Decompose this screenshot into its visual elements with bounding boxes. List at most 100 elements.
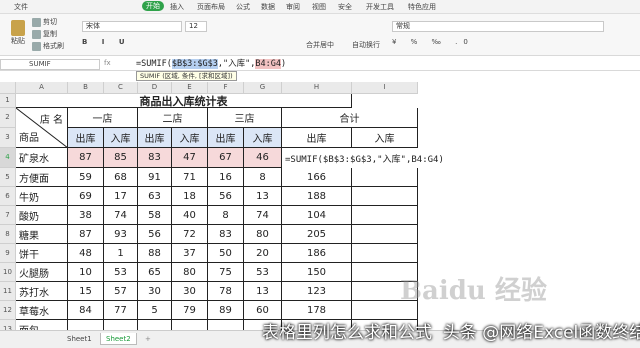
column-header-G[interactable]: G [244,82,282,94]
cut-button[interactable]: 剪切 [32,17,57,27]
out-header[interactable]: 出库 [138,128,172,148]
font-size-select[interactable]: 12 [185,21,207,32]
merge-center-button[interactable]: 合并居中 [306,40,334,50]
in-header[interactable]: 入库 [244,128,282,148]
value-cell[interactable]: 1 [104,244,138,263]
table-title[interactable]: 商品出入库统计表 [16,94,352,108]
column-header-F[interactable]: F [208,82,244,94]
row-header-8[interactable]: 8 [0,225,16,244]
value-cell[interactable]: 93 [104,225,138,244]
value-cell[interactable]: 89 [208,301,244,320]
value-cell[interactable]: 40 [172,206,208,225]
menu-formulas[interactable]: 公式 [236,2,250,12]
value-cell[interactable]: 10 [68,263,104,282]
value-cell[interactable]: 47 [172,148,208,168]
value-cell[interactable]: 78 [208,282,244,301]
value-cell[interactable]: 84 [68,301,104,320]
value-cell[interactable]: 67 [208,148,244,168]
value-cell[interactable]: 16 [208,168,244,187]
value-cell[interactable]: 30 [138,282,172,301]
value-cell[interactable]: 48 [68,244,104,263]
copy-button[interactable]: 复制 [32,29,57,39]
column-header-C[interactable]: C [104,82,138,94]
value-cell[interactable]: 8 [208,206,244,225]
total-header[interactable]: 合计 [282,108,418,128]
value-cell[interactable]: 75 [208,263,244,282]
value-cell[interactable]: 80 [172,263,208,282]
format-painter-button[interactable]: 格式刷 [32,41,64,51]
total-out-cell[interactable]: 150 [282,263,352,282]
value-cell[interactable]: 20 [244,244,282,263]
row-header-11[interactable]: 11 [0,282,16,301]
sheet-tab-sheet1[interactable]: Sheet1 [62,333,97,345]
value-cell[interactable]: 50 [208,244,244,263]
total-out-header[interactable]: 出库 [282,128,352,148]
product-name-cell[interactable]: 火腿肠 [16,263,68,282]
value-cell[interactable]: 63 [138,187,172,206]
product-name-cell[interactable]: 糖果 [16,225,68,244]
value-cell[interactable]: 53 [244,263,282,282]
out-header[interactable]: 出库 [68,128,104,148]
value-cell[interactable]: 18 [172,187,208,206]
paste-button[interactable]: 粘贴 [6,20,30,48]
select-all-corner[interactable] [0,82,16,94]
value-cell[interactable]: 53 [104,263,138,282]
total-in-cell[interactable] [352,187,418,206]
value-cell[interactable]: 37 [172,244,208,263]
row-header-1[interactable]: 1 [0,94,16,108]
value-cell[interactable]: 87 [68,148,104,168]
value-cell[interactable]: 80 [244,225,282,244]
formula-edit-cell[interactable]: =SUMIF($B$3:$G$3,"入库",B4:G4) [282,148,458,168]
value-cell[interactable]: 74 [104,206,138,225]
product-name-cell[interactable]: 矿泉水 [16,148,68,168]
value-cell[interactable]: 13 [244,187,282,206]
value-cell[interactable]: 15 [68,282,104,301]
product-name-cell[interactable]: 苏打水 [16,282,68,301]
value-cell[interactable]: 17 [104,187,138,206]
value-cell[interactable]: 74 [244,206,282,225]
total-out-cell[interactable]: 166 [282,168,352,187]
value-cell[interactable]: 72 [172,225,208,244]
row-header-2[interactable]: 2 [0,108,16,128]
value-cell[interactable]: 68 [104,168,138,187]
product-name-cell[interactable]: 饼干 [16,244,68,263]
row-header-5[interactable]: 5 [0,168,16,187]
total-in-cell[interactable] [352,206,418,225]
menu-home[interactable]: 开始 [142,1,164,11]
value-cell[interactable]: 38 [68,206,104,225]
product-name-cell[interactable]: 酸奶 [16,206,68,225]
value-cell[interactable]: 83 [138,148,172,168]
value-cell[interactable]: 87 [68,225,104,244]
font-name-select[interactable]: 宋体 [82,21,182,32]
value-cell[interactable]: 5 [138,301,172,320]
total-in-cell[interactable] [352,225,418,244]
sheet-tab-sheet2[interactable]: Sheet2 [100,333,137,345]
in-header[interactable]: 入库 [104,128,138,148]
value-cell[interactable]: 79 [172,301,208,320]
font-style-buttons[interactable]: B I U [82,38,131,46]
value-cell[interactable]: 57 [104,282,138,301]
value-cell[interactable]: 56 [208,187,244,206]
row-header-4[interactable]: 4 [0,148,16,168]
total-in-cell[interactable] [352,244,418,263]
row-header-10[interactable]: 10 [0,263,16,282]
column-header-A[interactable]: A [16,82,68,94]
value-cell[interactable]: 85 [104,148,138,168]
product-name-cell[interactable]: 草莓水 [16,301,68,320]
total-in-header[interactable]: 入库 [352,128,418,148]
fx-icon[interactable]: fx [104,59,132,67]
name-box[interactable]: SUMIF [0,59,100,70]
column-header-I[interactable]: I [352,82,418,94]
product-name-cell[interactable]: 方便面 [16,168,68,187]
store-header-3[interactable]: 三店 [208,108,282,128]
store-header-2[interactable]: 二店 [138,108,208,128]
row-header-6[interactable]: 6 [0,187,16,206]
menu-insert[interactable]: 插入 [170,2,184,12]
menu-special[interactable]: 特色应用 [408,2,436,12]
add-sheet-icon[interactable]: + [140,333,156,345]
value-cell[interactable]: 91 [138,168,172,187]
number-style-buttons[interactable]: ¥ % ‰ .0 [392,38,474,46]
value-cell[interactable]: 83 [208,225,244,244]
value-cell[interactable]: 69 [68,187,104,206]
table-corner-cell[interactable]: 店 名商品 [16,108,68,148]
